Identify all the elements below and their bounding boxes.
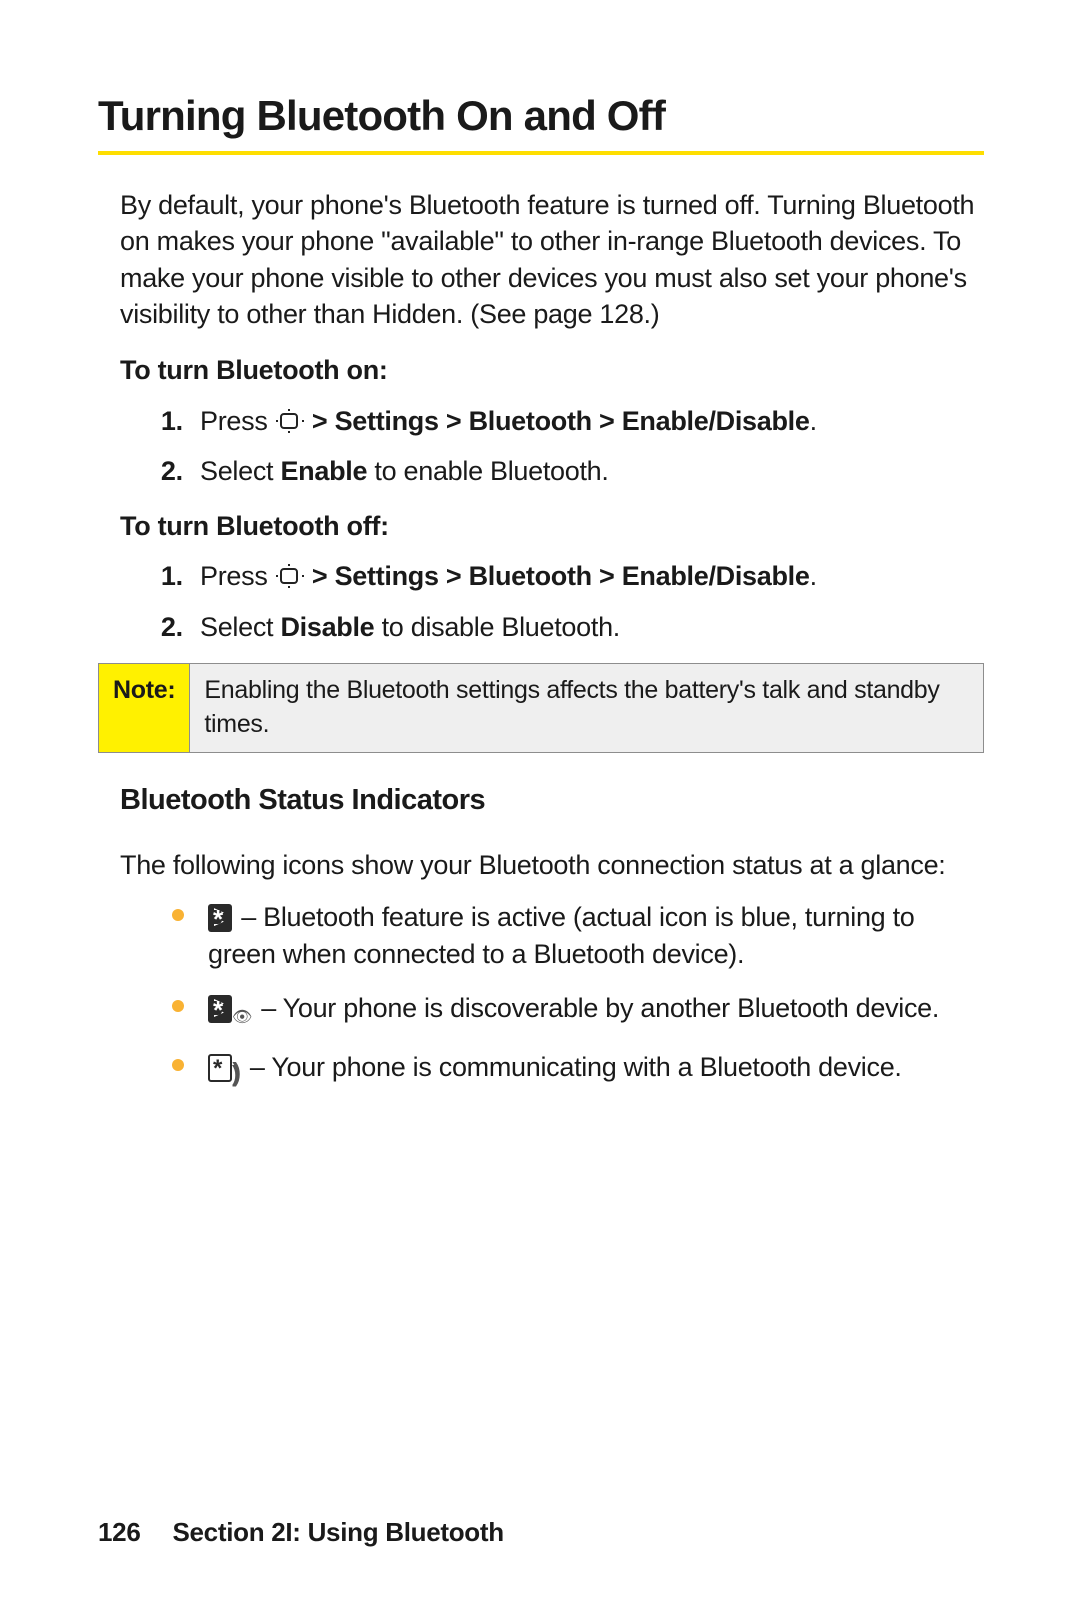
status-item-communicating: – Your phone is communicating with a Blu… (168, 1049, 984, 1090)
enable-label: Enable (280, 456, 367, 486)
step-text: Press (200, 561, 275, 591)
status-text: – Bluetooth feature is active (actual ic… (208, 902, 915, 968)
status-text: – Your phone is discoverable by another … (254, 993, 939, 1023)
status-item-active: – Bluetooth feature is active (actual ic… (168, 899, 984, 972)
note-body: Enabling the Bluetooth settings affects … (190, 664, 983, 752)
step-text: Select (200, 612, 280, 642)
page-number: 126 (98, 1517, 140, 1547)
manual-page: Turning Bluetooth On and Off By default,… (0, 0, 1080, 1620)
status-indicators-heading: Bluetooth Status Indicators (120, 781, 984, 820)
step-text: Press (200, 406, 275, 436)
disable-label: Disable (280, 612, 374, 642)
turn-off-steps: Press > Settings > Bluetooth > Enable/Di… (98, 558, 984, 645)
turn-off-step-1: Press > Settings > Bluetooth > Enable/Di… (190, 558, 984, 594)
menu-path: > Settings > Bluetooth > Enable/Disable (305, 561, 810, 591)
menu-path: > Settings > Bluetooth > Enable/Disable (305, 406, 810, 436)
step-text: to enable Bluetooth. (367, 456, 608, 486)
step-text: . (810, 561, 817, 591)
turn-on-steps: Press > Settings > Bluetooth > Enable/Di… (98, 403, 984, 490)
title-underline (98, 151, 984, 155)
bluetooth-communicating-icon (208, 1054, 232, 1082)
page-title: Turning Bluetooth On and Off (98, 88, 984, 145)
note-callout: Note: Enabling the Bluetooth settings af… (98, 663, 984, 753)
status-intro: The following icons show your Bluetooth … (98, 847, 984, 883)
eye-icon (232, 995, 252, 1031)
status-item-discoverable: – Your phone is discoverable by another … (168, 990, 984, 1031)
turn-on-step-2: Select Enable to enable Bluetooth. (190, 453, 984, 489)
note-label: Note: (99, 664, 190, 752)
nav-key-icon (275, 566, 305, 588)
status-icon-list: – Bluetooth feature is active (actual ic… (98, 899, 984, 1091)
intro-paragraph: By default, your phone's Bluetooth featu… (98, 187, 984, 333)
turn-on-heading: To turn Bluetooth on: (98, 352, 984, 388)
turn-on-step-1: Press > Settings > Bluetooth > Enable/Di… (190, 403, 984, 439)
step-text: Select (200, 456, 280, 486)
step-text: to disable Bluetooth. (374, 612, 620, 642)
step-text: . (810, 406, 817, 436)
status-text: – Your phone is communicating with a Blu… (243, 1052, 902, 1082)
page-footer: 126 Section 2I: Using Bluetooth (98, 1515, 504, 1550)
bluetooth-discoverable-icon (208, 995, 232, 1023)
turn-off-heading: To turn Bluetooth off: (98, 508, 984, 544)
bluetooth-active-icon (208, 904, 232, 932)
nav-key-icon (275, 411, 305, 433)
signal-waves-icon (232, 1054, 241, 1090)
section-label: Section 2I: Using Bluetooth (172, 1517, 503, 1547)
turn-off-step-2: Select Disable to disable Bluetooth. (190, 609, 984, 645)
